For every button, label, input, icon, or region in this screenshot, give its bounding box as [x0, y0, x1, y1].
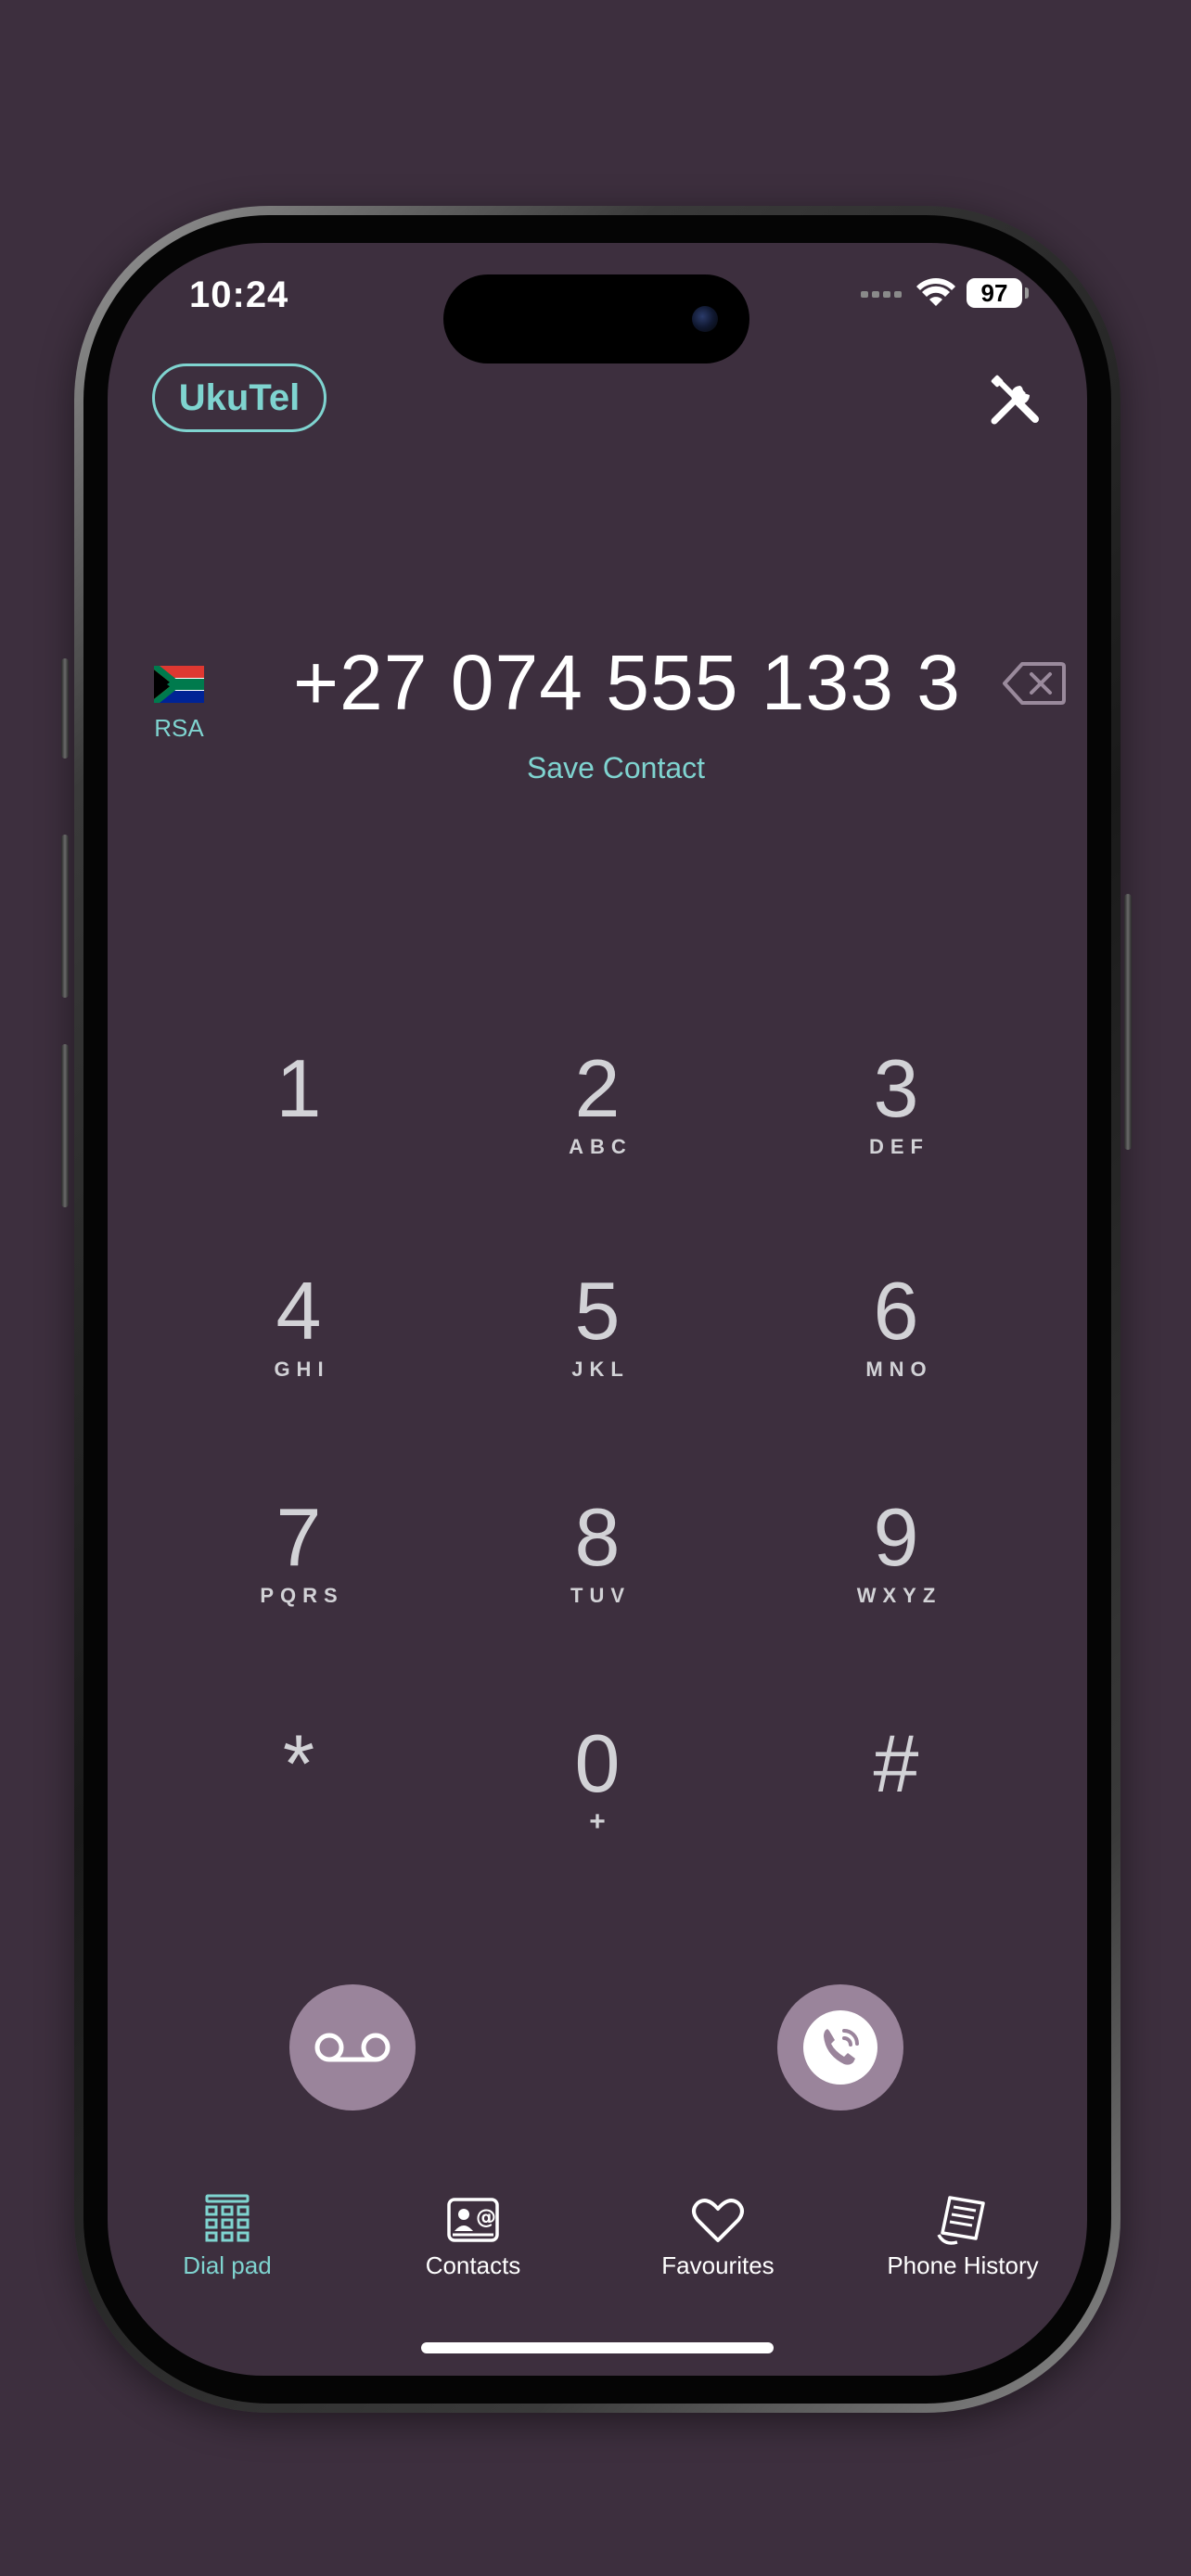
key-3[interactable]: 3 DEF	[803, 1046, 989, 1213]
key-9[interactable]: 9 WXYZ	[803, 1495, 989, 1662]
south-africa-flag-icon[interactable]	[154, 666, 204, 703]
tab-contacts[interactable]: @ Contacts	[371, 2192, 575, 2280]
key-6[interactable]: 6 MNO	[803, 1269, 989, 1435]
key-digit: 3	[873, 1042, 919, 1134]
key-2[interactable]: 2 ABC	[505, 1046, 690, 1213]
history-list-icon	[937, 2196, 985, 2245]
key-letters: ABC	[569, 1135, 633, 1158]
key-letters: MNO	[865, 1358, 933, 1381]
dialed-number: +27 074 555 133 3	[292, 639, 961, 726]
key-digit: 0	[574, 1717, 621, 1809]
key-star[interactable]: *	[206, 1721, 391, 1888]
tools-icon[interactable]	[987, 373, 1043, 428]
home-indicator[interactable]	[421, 2342, 774, 2353]
save-contact-button[interactable]: Save Contact	[464, 751, 768, 785]
power-button	[1124, 894, 1132, 1150]
wifi-icon	[916, 278, 955, 306]
dynamic-island	[443, 274, 749, 363]
battery-indicator: 97	[967, 278, 1029, 308]
key-letters: DEF	[869, 1135, 929, 1158]
key-letters: WXYZ	[856, 1584, 942, 1607]
signal-icon	[861, 291, 902, 298]
key-digit: 5	[574, 1265, 621, 1357]
key-digit: 9	[873, 1491, 919, 1583]
key-1[interactable]: 1	[206, 1046, 391, 1213]
key-letters: +	[589, 1806, 606, 1837]
tab-label: Favourites	[661, 2251, 775, 2279]
key-5[interactable]: 5 JKL	[505, 1269, 690, 1435]
tab-label: Contacts	[425, 2251, 521, 2279]
key-digit: #	[873, 1717, 919, 1809]
country-code-label[interactable]: RSA	[147, 714, 211, 743]
key-digit: *	[282, 1717, 315, 1809]
key-4[interactable]: 4 GHI	[206, 1269, 391, 1435]
key-hash[interactable]: #	[803, 1721, 989, 1888]
status-time: 10:24	[189, 274, 289, 315]
key-digit: 4	[275, 1265, 322, 1357]
tab-label: Dial pad	[183, 2251, 272, 2279]
call-button[interactable]	[777, 1984, 903, 2111]
front-camera-icon	[692, 306, 718, 332]
key-digit: 8	[574, 1491, 621, 1583]
voicemail-button[interactable]	[289, 1984, 416, 2111]
key-letters: TUV	[570, 1584, 631, 1607]
action-button	[61, 658, 69, 759]
phone-call-icon	[803, 2010, 877, 2085]
voicemail-icon	[314, 2033, 391, 2062]
dialpad-icon	[205, 2194, 250, 2242]
key-letters: PQRS	[260, 1584, 344, 1607]
status-icons: 97	[861, 278, 1029, 308]
key-digit: 7	[275, 1491, 322, 1583]
key-8[interactable]: 8 TUV	[505, 1495, 690, 1662]
key-digit: 6	[873, 1265, 919, 1357]
key-0[interactable]: 0 +	[505, 1721, 690, 1888]
volume-down-button	[61, 1044, 69, 1207]
contact-card-icon: @	[447, 2198, 499, 2242]
backspace-icon[interactable]	[1002, 660, 1067, 707]
key-letters: GHI	[274, 1358, 330, 1381]
tab-label: Phone History	[887, 2251, 1039, 2279]
tab-favourites[interactable]: Favourites	[616, 2192, 820, 2280]
key-letters: JKL	[571, 1358, 630, 1381]
app-logo: UkuTel	[152, 363, 327, 432]
heart-icon	[692, 2199, 744, 2242]
tab-phone-history[interactable]: Phone History	[861, 2192, 1065, 2280]
key-digit: 2	[574, 1042, 621, 1134]
tab-dial-pad[interactable]: Dial pad	[125, 2192, 329, 2280]
key-7[interactable]: 7 PQRS	[206, 1495, 391, 1662]
volume-up-button	[61, 835, 69, 998]
key-digit: 1	[275, 1042, 322, 1134]
svg-text:@: @	[476, 2206, 496, 2229]
